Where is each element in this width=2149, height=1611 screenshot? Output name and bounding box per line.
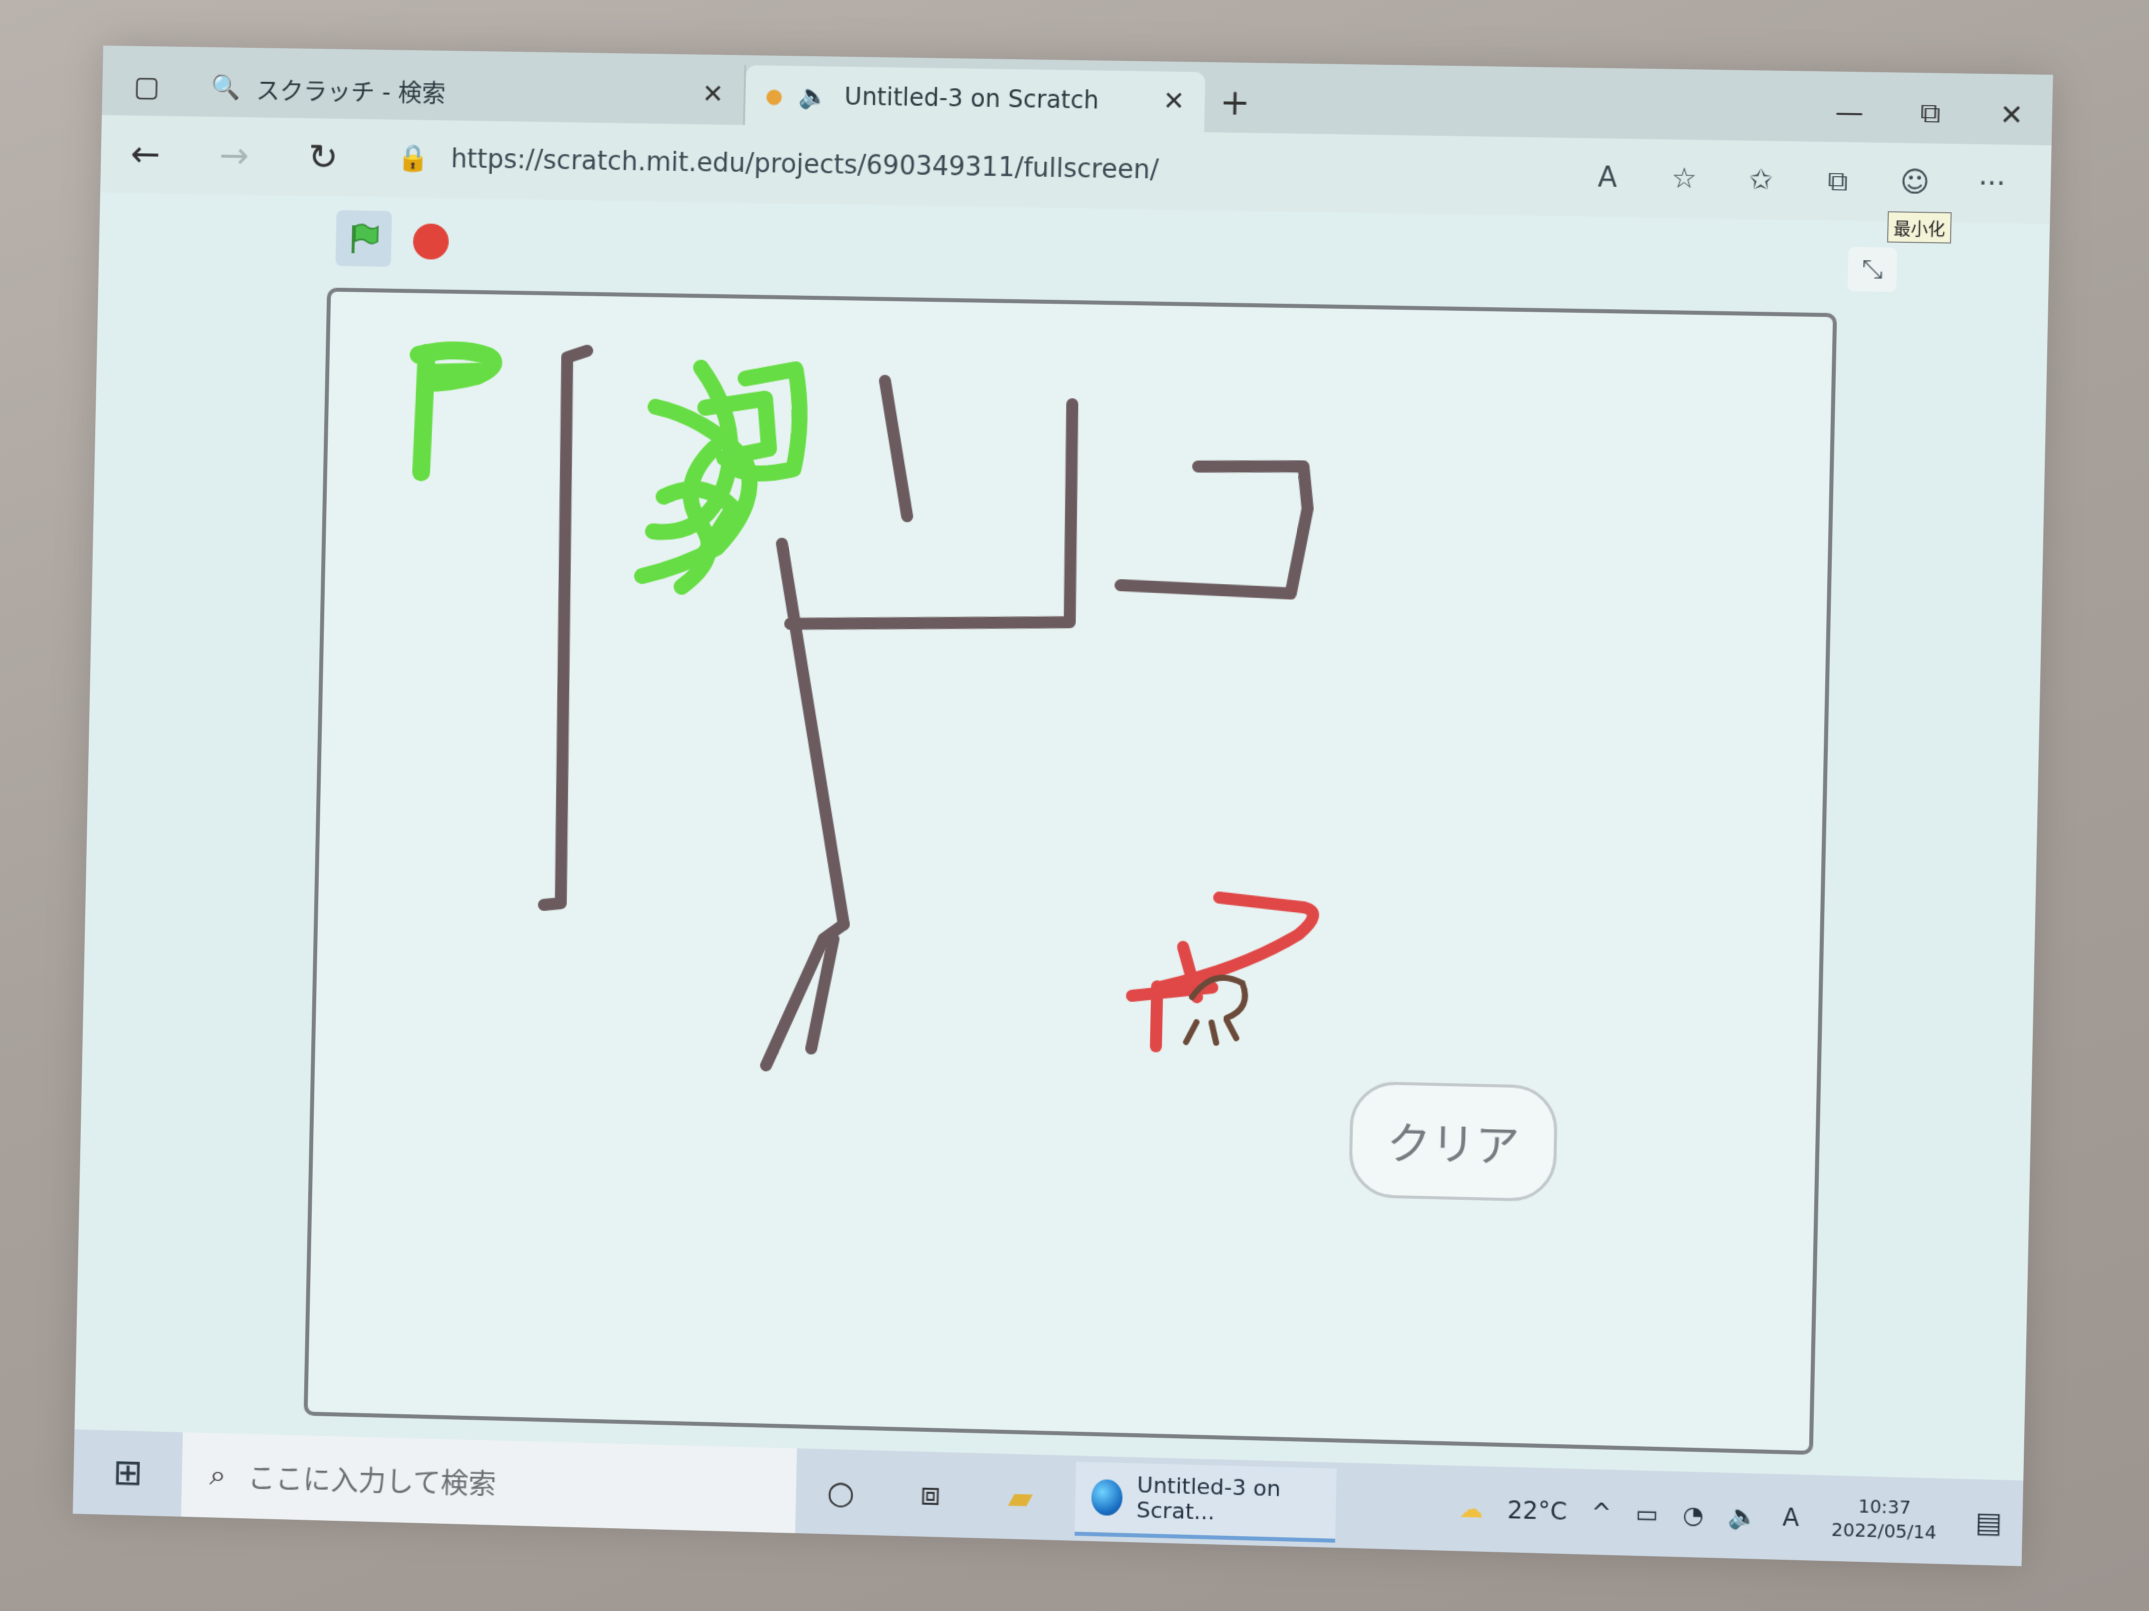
more-icon[interactable]: ··· bbox=[1953, 166, 2031, 201]
system-tray: ☁ 22°C ^ ▭ ◔ 🔈 A 10:37 2022/05/14 ▤ bbox=[1446, 1484, 2003, 1547]
stage-drawing bbox=[307, 292, 1837, 1455]
sidebar-toggle-button[interactable]: ▢ bbox=[102, 55, 192, 116]
green-scribble-drawing bbox=[642, 367, 801, 589]
green-flag-icon bbox=[351, 221, 381, 254]
close-tab-icon[interactable]: ✕ bbox=[702, 79, 724, 109]
exit-fullscreen-button[interactable]: ⤡ bbox=[1847, 246, 1898, 292]
tab-scratch-project[interactable]: ● 🔈 Untitled-3 on Scratch ✕ bbox=[744, 65, 1206, 133]
close-window-button[interactable]: ✕ bbox=[1971, 97, 2053, 132]
task-search-icon: ⌕ bbox=[209, 1457, 227, 1494]
volume-icon[interactable]: 🔈 bbox=[1728, 1501, 1759, 1530]
taskbar-app-label: Untitled-3 on Scrat... bbox=[1136, 1472, 1281, 1525]
tab-label: Untitled-3 on Scratch bbox=[844, 82, 1100, 115]
taskbar-edge-app[interactable]: Untitled-3 on Scrat... bbox=[1074, 1461, 1337, 1543]
speech-bubble: クリア bbox=[1348, 1080, 1559, 1203]
file-explorer-icon[interactable]: ▰ bbox=[975, 1477, 1066, 1517]
tab-label: スクラッチ - 検索 bbox=[255, 76, 446, 107]
chevron-up-icon[interactable]: ^ bbox=[1591, 1498, 1612, 1527]
red-arrow-drawing bbox=[1131, 896, 1313, 1052]
scratch-favicon-icon: ● bbox=[765, 83, 784, 108]
taskbar-search-placeholder: ここに入力して検索 bbox=[247, 1461, 497, 1501]
profile-icon[interactable]: ☺ bbox=[1876, 165, 1954, 200]
minimize-button[interactable]: — bbox=[1809, 95, 1891, 129]
tab-search[interactable]: 🔍 スクラッチ - 検索 ✕ bbox=[190, 56, 747, 126]
window-controls: — ⧉ ✕ bbox=[1808, 81, 2053, 145]
weather-icon[interactable]: ☁ bbox=[1459, 1494, 1484, 1523]
taskbar-search-box[interactable]: ⌕ ここに入力して検索 bbox=[181, 1432, 797, 1534]
address-bar[interactable]: 🔒 https://scratch.mit.edu/projects/69034… bbox=[397, 144, 1546, 192]
search-icon: 🔍 bbox=[210, 73, 241, 102]
forward-button[interactable]: → bbox=[189, 135, 279, 177]
toolbar-actions: A ☆ ✩ ⧉ ☺ ··· bbox=[1569, 160, 2031, 202]
notification-icon[interactable]: ▤ bbox=[1975, 1505, 2003, 1539]
task-view-icon[interactable]: ⧈ bbox=[885, 1474, 976, 1515]
speaker-icon[interactable]: 🔈 bbox=[798, 82, 828, 110]
favorites-icon[interactable]: ✩ bbox=[1722, 162, 1800, 197]
back-button[interactable]: ← bbox=[101, 133, 190, 175]
cortana-icon[interactable]: ○ bbox=[796, 1472, 886, 1512]
edge-icon bbox=[1091, 1478, 1124, 1516]
clock-date: 2022/05/14 bbox=[1831, 1519, 1937, 1544]
wifi-icon[interactable]: ◔ bbox=[1682, 1500, 1704, 1529]
battery-icon[interactable]: ▭ bbox=[1635, 1499, 1658, 1528]
green-flag-button[interactable] bbox=[335, 210, 392, 267]
stop-button[interactable] bbox=[412, 223, 450, 260]
restore-button[interactable]: ⧉ bbox=[1890, 96, 1972, 131]
windows-start-button[interactable]: ⊞ bbox=[73, 1451, 182, 1495]
read-aloud-icon[interactable]: A bbox=[1569, 160, 1646, 195]
refresh-button[interactable]: ↻ bbox=[278, 136, 368, 178]
clock-time: 10:37 bbox=[1857, 1495, 1911, 1519]
plus-icon: + bbox=[1219, 81, 1251, 124]
projected-screen: ▢ 🔍 スクラッチ - 検索 ✕ ● 🔈 Untitled-3 on Scrat… bbox=[72, 45, 2054, 1567]
sidebar-icon: ▢ bbox=[133, 69, 161, 103]
scratch-stage[interactable]: クリア bbox=[303, 287, 1838, 1455]
exit-fullscreen-icon: ⤡ bbox=[1861, 254, 1884, 285]
url-text: https://scratch.mit.edu/projects/6903493… bbox=[450, 144, 1160, 186]
clock[interactable]: 10:37 2022/05/14 bbox=[1831, 1494, 1937, 1545]
speech-bubble-text: クリア bbox=[1386, 1118, 1521, 1174]
temperature-text[interactable]: 22°C bbox=[1507, 1496, 1567, 1526]
green-flag-drawing bbox=[416, 350, 493, 474]
close-tab-icon[interactable]: ✕ bbox=[1163, 86, 1185, 116]
ime-icon[interactable]: A bbox=[1782, 1503, 1799, 1532]
lock-icon[interactable]: 🔒 bbox=[397, 144, 430, 174]
new-tab-button[interactable]: + bbox=[1204, 72, 1265, 133]
add-favorite-icon[interactable]: ☆ bbox=[1645, 161, 1722, 196]
collections-icon[interactable]: ⧉ bbox=[1799, 164, 1877, 199]
